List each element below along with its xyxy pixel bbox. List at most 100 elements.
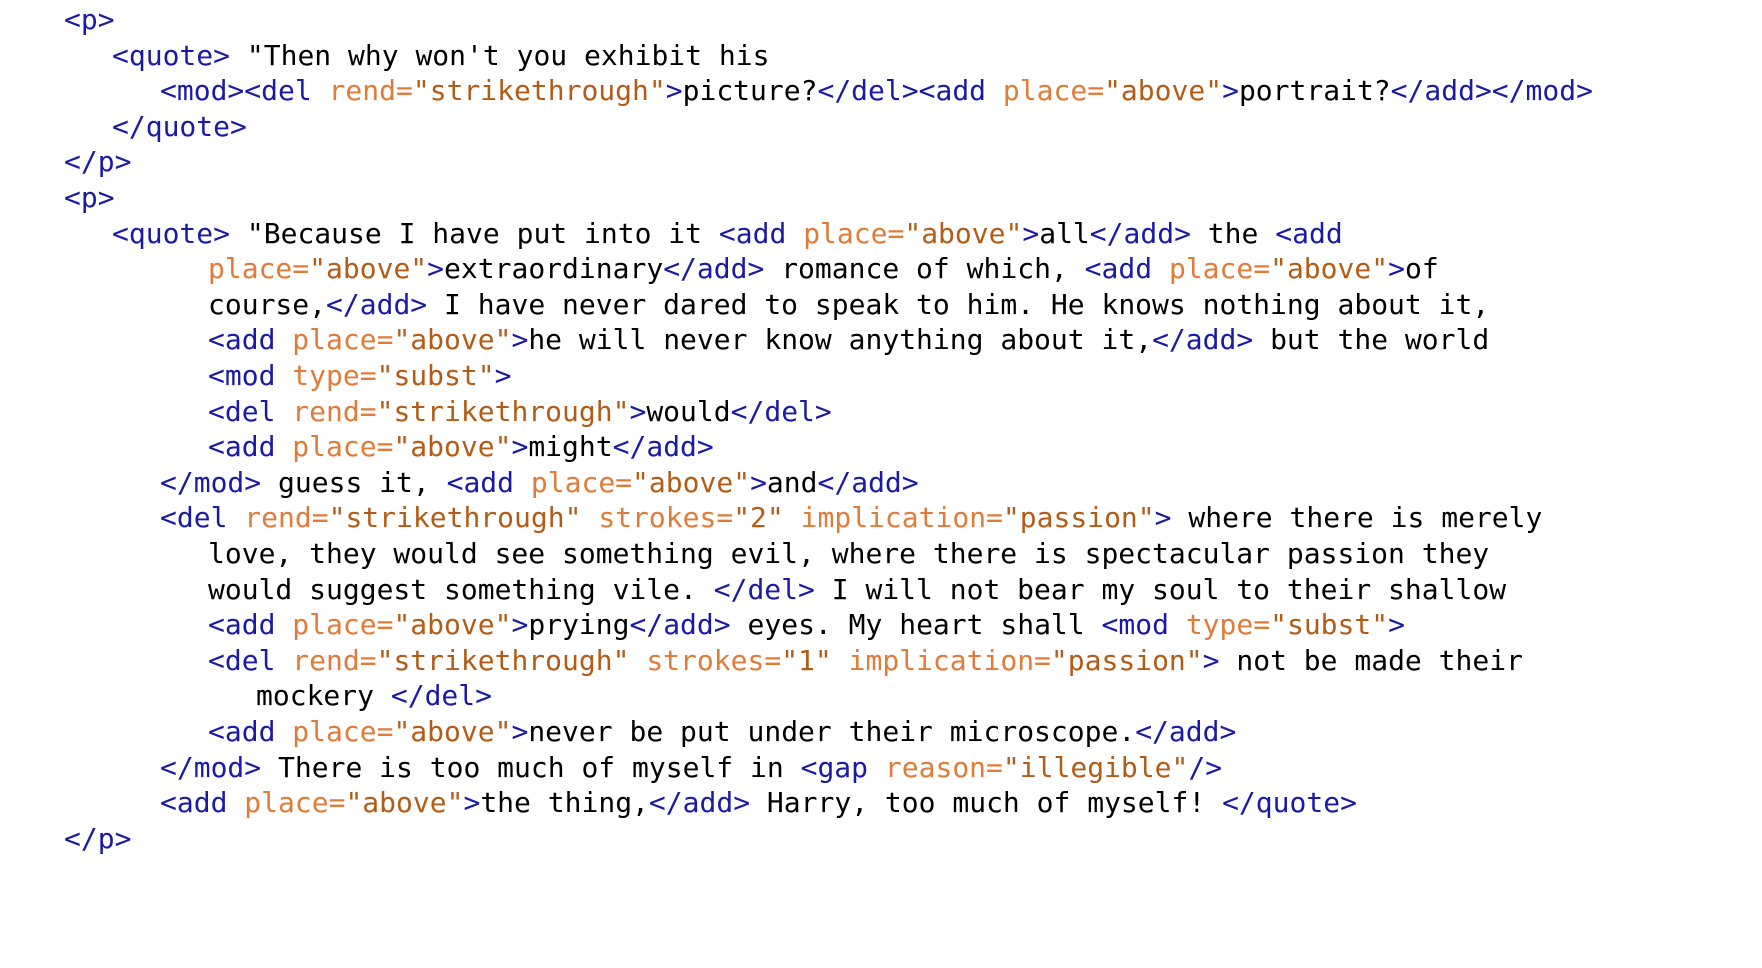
text-content: the: [1190, 216, 1276, 250]
markup-tag: </add>: [648, 786, 751, 820]
attribute-name: place=: [292, 430, 394, 464]
text-content: prying: [528, 608, 630, 642]
markup-tag: </add>: [663, 252, 765, 286]
text-content: [784, 501, 801, 534]
attribute-value: "above": [1104, 74, 1223, 108]
text-content: "Then why won't you exhibit his: [230, 38, 770, 72]
text-content: [832, 644, 849, 677]
markup-tag: <add: [160, 786, 245, 820]
text-content: would suggest something vile.: [208, 572, 714, 606]
code-line: <add place="above">prying</add> eyes. My…: [208, 605, 1405, 645]
code-line: </mod> There is too much of myself in <g…: [160, 748, 1222, 788]
markup-tag: </add>: [1152, 323, 1254, 357]
markup-tag: >: [1388, 252, 1405, 286]
markup-tag: <add: [446, 465, 531, 499]
code-line: <mod type="subst">: [208, 356, 511, 396]
markup-tag: >: [750, 465, 767, 499]
code-line: place="above">extraordinary</add> romanc…: [208, 249, 1439, 289]
markup-tag: <del: [160, 501, 245, 535]
markup-tag: <del: [208, 643, 293, 677]
attribute-name: strokes=: [646, 643, 782, 677]
markup-tag: >: [1154, 501, 1172, 535]
attribute-value: "strikethrough": [376, 394, 630, 428]
code-line: <del rend="strikethrough">would</del>: [208, 392, 832, 432]
text-content: eyes. My heart shall: [730, 608, 1102, 642]
xml-code-view: <p> <quote> "Then why won't you exhibit h…: [0, 0, 1762, 968]
markup-tag: >: [511, 323, 529, 357]
attribute-value: "2": [733, 501, 784, 535]
markup-tag: </del>: [713, 572, 815, 606]
markup-tag: </add>: [1089, 216, 1191, 250]
attribute-name: place=: [1002, 74, 1105, 108]
attribute-value: "subst": [376, 359, 495, 392]
text-content: never be put under their microscope.: [528, 715, 1136, 748]
attribute-value: "above": [632, 465, 751, 499]
attribute-value: "passion": [1002, 501, 1155, 535]
code-line: love, they would see something evil, whe…: [208, 534, 1489, 574]
code-line: <quote> "Then why won't you exhibit his: [112, 36, 769, 76]
attribute-name: rend=: [292, 643, 377, 677]
markup-tag: </del><add: [817, 74, 1003, 108]
markup-tag: <add: [208, 608, 293, 642]
markup-tag: >: [511, 430, 529, 464]
code-line: </p>: [64, 819, 131, 859]
attribute-name: implication=: [800, 501, 1003, 535]
text-content: he will never know anything about it,: [528, 323, 1153, 357]
attribute-value: "illegible": [1002, 750, 1189, 784]
text-content: "Because I have put into it: [230, 216, 719, 250]
attribute-name: place=: [1168, 252, 1271, 286]
attribute-name: place=: [292, 715, 394, 748]
attribute-value: "above": [393, 608, 512, 642]
markup-tag: </add></mod>: [1390, 74, 1593, 108]
markup-tag: >: [1022, 216, 1040, 250]
attribute-value: "passion": [1050, 643, 1203, 677]
attribute-name: rend=: [328, 74, 413, 108]
code-line: <del rend="strikethrough" strokes="2" im…: [160, 498, 1542, 538]
text-content: of: [1404, 252, 1439, 286]
markup-tag: >: [1202, 643, 1220, 677]
attribute-name: rend=: [292, 394, 377, 428]
markup-tag: </quote>: [1222, 786, 1357, 820]
markup-tag: </p>: [64, 821, 132, 855]
code-line: <add place="above">the thing,</add> Harr…: [160, 783, 1357, 823]
attribute-value: "above": [393, 323, 512, 357]
attribute-value: "above": [309, 252, 428, 286]
markup-tag: </add>: [1135, 715, 1237, 748]
text-content: Harry, too much of myself!: [750, 786, 1223, 820]
attribute-value: "above": [345, 786, 464, 820]
markup-tag: </p>: [64, 145, 132, 179]
markup-tag: <del: [208, 394, 293, 428]
markup-tag: <add: [1084, 252, 1169, 286]
text-content: but the world: [1253, 323, 1490, 357]
text-content: romance of which,: [764, 252, 1085, 286]
attribute-name: type=: [292, 359, 377, 392]
markup-tag: </del>: [390, 679, 493, 713]
attribute-name: implication=: [848, 643, 1051, 677]
markup-tag: >: [1222, 74, 1239, 108]
markup-tag: >: [427, 252, 445, 286]
markup-tag: <add: [208, 430, 293, 464]
code-line: <quote> "Because I have put into it <add…: [112, 214, 1343, 254]
markup-tag: >: [463, 786, 481, 820]
text-content: course,: [208, 287, 327, 321]
markup-tag: </mod>: [160, 465, 262, 499]
attribute-name: strokes=: [598, 501, 734, 535]
text-content: and: [766, 465, 818, 499]
markup-tag: <add: [208, 715, 293, 748]
markup-tag: </add>: [612, 430, 714, 464]
markup-tag: <gap: [800, 750, 885, 784]
markup-tag: </add>: [326, 287, 428, 321]
text-content: extraordinary: [444, 252, 664, 286]
markup-tag: />: [1188, 750, 1223, 784]
markup-tag: <p>: [64, 181, 115, 214]
attribute-value: "subst": [1270, 608, 1389, 642]
markup-tag: </mod>: [160, 750, 262, 784]
markup-tag: <p>: [64, 3, 115, 36]
markup-tag: <add: [1275, 216, 1343, 250]
markup-tag: </add>: [817, 465, 919, 499]
code-line: <add place="above">he will never know an…: [208, 320, 1489, 360]
text-content: would: [646, 394, 731, 428]
text-content: guess it,: [261, 465, 447, 499]
markup-tag: <quote>: [112, 38, 231, 72]
code-line: would suggest something vile. </del> I w…: [208, 570, 1506, 610]
